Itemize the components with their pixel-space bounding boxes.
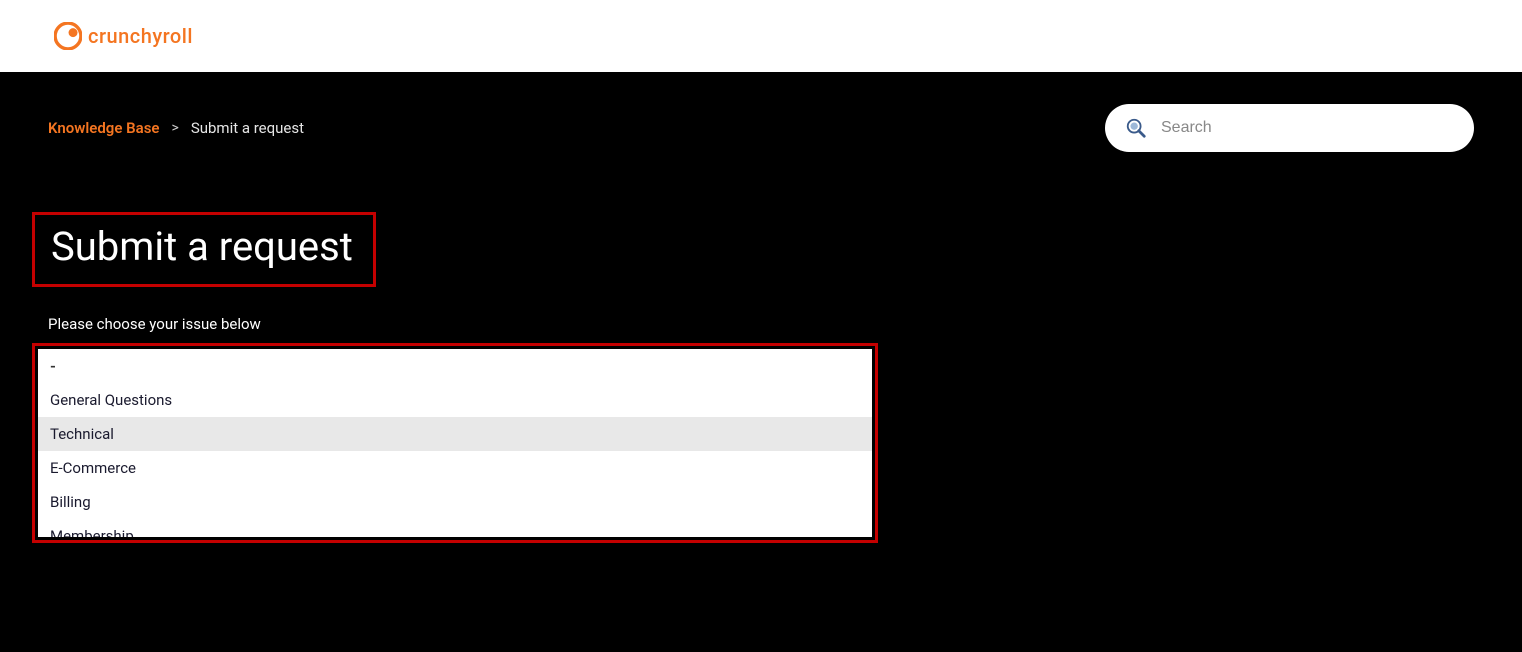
dropdown-list[interactable]: -General QuestionsTechnicalE-CommerceBil… (38, 349, 872, 537)
brand-name: crunchyroll (88, 24, 193, 48)
dropdown-highlight-box: -General QuestionsTechnicalE-CommerceBil… (32, 343, 878, 543)
dropdown-option[interactable]: Technical (38, 417, 872, 451)
breadcrumb-current: Submit a request (191, 119, 304, 137)
top-row: Knowledge Base > Submit a request (48, 104, 1474, 152)
dropdown-option[interactable]: Billing (38, 485, 872, 519)
dropdown-option[interactable]: - (38, 349, 872, 383)
dropdown-option[interactable]: General Questions (38, 383, 872, 417)
page-title: Submit a request (51, 223, 353, 270)
content-area: Knowledge Base > Submit a request Submit… (0, 72, 1522, 543)
brand-logo-link[interactable]: crunchyroll (54, 22, 193, 50)
issue-dropdown[interactable]: -General QuestionsTechnicalE-CommerceBil… (38, 349, 872, 537)
crunchyroll-icon (54, 22, 82, 50)
search-wrap (1105, 104, 1474, 152)
breadcrumb: Knowledge Base > Submit a request (48, 119, 304, 137)
search-icon (1125, 117, 1147, 139)
dropdown-option[interactable]: Membership (38, 519, 872, 537)
breadcrumb-separator: > (171, 120, 178, 136)
breadcrumb-knowledge-base-link[interactable]: Knowledge Base (48, 119, 159, 137)
header-bar: crunchyroll (0, 0, 1522, 72)
dropdown-option[interactable]: E-Commerce (38, 451, 872, 485)
search-input[interactable] (1105, 104, 1474, 152)
issue-select-label: Please choose your issue below (48, 315, 1474, 333)
title-highlight-box: Submit a request (32, 212, 376, 287)
